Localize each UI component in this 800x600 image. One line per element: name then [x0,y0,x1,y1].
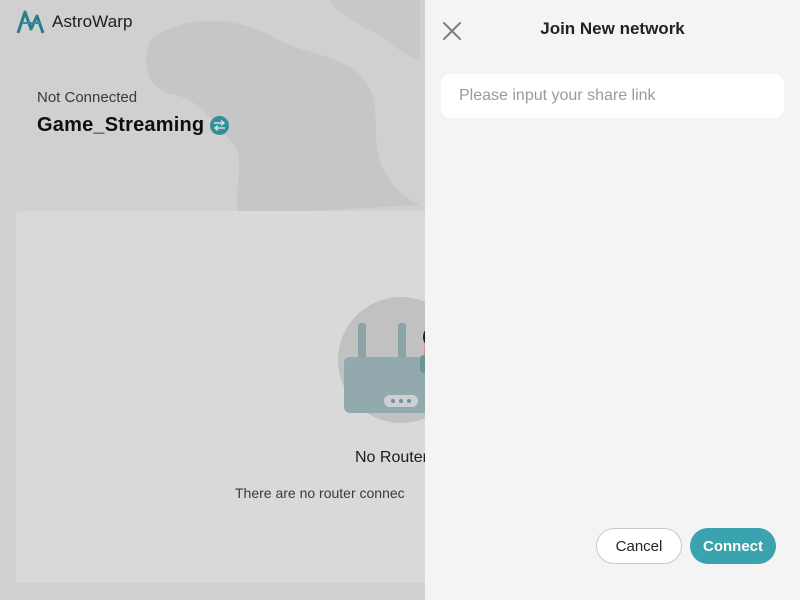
connect-button[interactable]: Connect [690,528,776,564]
drawer-title: Join New network [540,19,685,38]
share-link-input[interactable] [441,74,784,118]
cancel-button[interactable]: Cancel [596,528,682,564]
